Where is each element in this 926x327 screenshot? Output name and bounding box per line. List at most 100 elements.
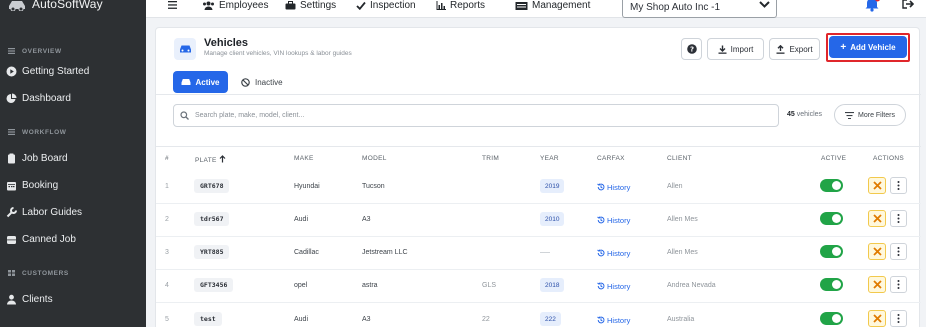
nav-label: Settings [300,0,337,11]
sidebar-item-dashboard[interactable]: Dashboard [0,85,146,112]
database-icon [6,234,17,245]
table-top-border [156,146,921,147]
labor-action-button[interactable] [868,177,886,194]
sidebar-item-booking[interactable]: Booking [0,172,146,199]
nav-inspection[interactable]: Inspection [356,0,416,11]
sidebar-item-canned-job[interactable]: Canned Job [0,226,146,253]
sidebar-item-job-board[interactable]: Job Board [0,145,146,172]
history-icon [597,282,605,290]
plus-icon: + [840,41,847,53]
sidebar-item-labor-guides[interactable]: Labor Guides [0,199,146,226]
clipboard-icon [6,153,17,164]
nav-management[interactable]: Management [515,0,590,11]
add-vehicle-label: Add Vehicle [850,42,896,52]
sidebar-item-label: Labor Guides [22,207,83,218]
nav-label: Reports [450,0,486,11]
help-button[interactable]: ? [681,38,702,60]
sort-up-icon [219,155,226,163]
history-icon [597,183,605,191]
sidebar-item-label: Dashboard [22,93,71,104]
history-icon [597,216,605,224]
col-header-num: # [165,155,169,162]
tools-icon [872,181,882,190]
bell-icon[interactable] [864,0,880,12]
wrench-icon [6,207,17,218]
page-title: Vehicles [204,37,249,49]
active-toggle[interactable] [820,278,843,291]
col-header-year: YEAR [540,155,559,162]
tab-inactive[interactable]: Inactive [241,71,301,93]
car-icon [181,79,191,85]
car-icon [174,38,196,60]
table-row[interactable]: 4 GFT3456 opel astra GLS 2018 History An… [156,270,921,303]
carfax-label: History [607,282,631,291]
tools-icon [872,314,882,323]
shop-select[interactable]: My Shop Auto Inc -1 [622,0,777,18]
active-toggle[interactable] [820,245,843,258]
table-row[interactable]: 5 test Audi A3 22 222 History Australia [156,304,921,327]
year-badge: 2018 [540,278,565,292]
svg-text:?: ? [689,45,693,53]
more-menu-button[interactable] [890,310,907,327]
carfax-link[interactable]: History [597,183,630,192]
col-header-plate[interactable]: PLATE [195,155,226,164]
table-row[interactable]: 1 GRT678 Hyundai Tucson 2019 History All… [156,171,921,204]
tab-label: Inactive [255,77,283,87]
table-row[interactable]: 2 tdr567 Audi A3 2010 History Allen Mes [156,204,921,237]
toolbox-icon [285,0,296,9]
more-vertical-icon [897,314,900,323]
client-cell: Australia [667,316,695,323]
table-row[interactable]: 3 YRT885 Cadillac Jetstream LLC History … [156,237,921,270]
labor-action-button[interactable] [868,276,886,293]
client-cell: Allen Mes [667,249,698,256]
hamburger-menu-icon[interactable] [166,0,178,10]
sidebar-item-getting-started[interactable]: Getting Started [0,58,146,85]
client-cell: Allen [667,183,683,190]
section-grid-icon [8,48,15,54]
col-header-label: PLATE [195,157,217,164]
logout-icon[interactable] [902,0,914,9]
labor-action-button[interactable] [868,210,886,227]
vehicle-count-suffix: vehicles [796,111,823,118]
row-num: 3 [165,249,169,256]
search-input[interactable]: Search plate, make, model, client... [173,104,779,127]
more-vertical-icon [897,214,900,223]
more-vertical-icon [897,247,900,256]
section-label: CUSTOMERS [22,269,69,277]
col-header-carfax: CARFAX [597,155,625,162]
nav-employees[interactable]: Employees [202,0,268,11]
carfax-link[interactable]: History [597,316,630,325]
import-button[interactable]: Import [707,38,764,60]
tab-active[interactable]: Active [173,71,228,93]
carfax-link[interactable]: History [597,282,630,291]
pie-chart-icon [6,93,17,104]
carfax-link[interactable]: History [597,216,630,225]
export-button[interactable]: Export [769,38,820,60]
col-header-actions: ACTIONS [873,155,904,162]
sidebar-item-label: Job Board [22,153,68,164]
nav-reports[interactable]: Reports [436,0,485,11]
more-menu-button[interactable] [890,210,907,227]
section-overview: OVERVIEW [0,44,146,58]
more-menu-button[interactable] [890,177,907,194]
active-toggle[interactable] [820,212,843,225]
more-menu-button[interactable] [890,243,907,260]
labor-action-button[interactable] [868,310,886,327]
plate-badge: tdr567 [194,212,230,226]
carfax-label: History [607,183,631,192]
active-toggle[interactable] [820,179,843,192]
carfax-label: History [607,216,631,225]
nav-settings[interactable]: Settings [285,0,336,11]
search-icon [180,111,189,120]
section-label: WORKFLOW [22,128,67,136]
year-badge: 2010 [540,212,565,226]
more-menu-button[interactable] [890,276,907,293]
brand[interactable]: AutoSoftWay [0,0,146,12]
more-filters-button[interactable]: More Filters [834,104,906,126]
more-vertical-icon [897,181,900,190]
add-vehicle-button[interactable]: + Add Vehicle [829,36,907,58]
labor-action-button[interactable] [868,243,886,260]
carfax-link[interactable]: History [597,249,630,258]
active-toggle[interactable] [820,312,843,325]
sidebar-item-clients[interactable]: Clients [0,286,146,313]
